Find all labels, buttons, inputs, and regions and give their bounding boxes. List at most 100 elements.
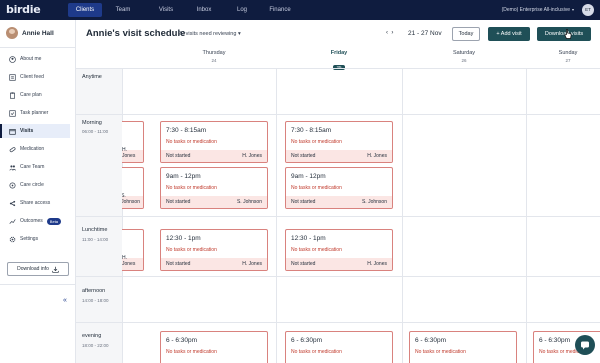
nav-tab-finance[interactable]: Finance: [265, 3, 295, 17]
nav-tab-visits[interactable]: Visits: [153, 3, 179, 17]
visit-status: Not started: [166, 153, 191, 159]
slot-name: Lunchtime: [82, 227, 108, 233]
sidebar-item-task-planner[interactable]: Task planner: [0, 106, 70, 120]
slot-time: 18:00 - 22:00: [82, 343, 109, 348]
sidebar-item-outcomes[interactable]: Outcomes Beta: [0, 214, 70, 228]
day-name: Sunday: [558, 50, 578, 56]
sidebar-item-visits[interactable]: Visits: [0, 124, 70, 138]
user-icon: [8, 55, 16, 63]
org-selector[interactable]: (Demo) Enterprise All-inclusive ▾: [502, 7, 574, 13]
collapse-sidebar-icon[interactable]: «: [63, 297, 67, 304]
visit-tasks: No tasks or medication: [415, 349, 466, 355]
visit-card[interactable]: 6 - 6:30pm No tasks or medication: [285, 331, 393, 363]
divider: [0, 47, 75, 48]
visit-card[interactable]: H. Jones: [122, 229, 144, 271]
visit-time: 6 - 6:30pm: [415, 337, 447, 344]
chevron-down-icon: ▾: [571, 7, 574, 12]
nav-tab-clients[interactable]: Clients: [68, 3, 102, 17]
hand-cursor-icon: [564, 29, 572, 39]
week-navigation: ‹ ›: [386, 30, 393, 36]
visit-staff: H. Jones: [122, 255, 136, 267]
visit-time: 6 - 6:30pm: [166, 337, 198, 344]
sidebar-item-care-plan[interactable]: Care plan: [0, 88, 70, 102]
visit-time: 12:30 - 1pm: [291, 235, 326, 242]
visit-card[interactable]: S. Johnson: [122, 167, 144, 209]
add-visit-button[interactable]: + Add visit: [488, 27, 530, 41]
sidebar-item-about-me[interactable]: About me: [0, 52, 70, 66]
today-button[interactable]: Today: [452, 27, 480, 41]
sidebar-item-client-feed[interactable]: Client feed: [0, 70, 70, 84]
visit-card[interactable]: 6 - 6:30pm No tasks or medication: [160, 331, 268, 363]
download-info-button[interactable]: Download info: [7, 262, 69, 276]
visit-tasks: No tasks or medication: [291, 247, 342, 253]
grid-line: [76, 216, 600, 217]
slot-name: Morning: [82, 120, 102, 126]
chat-support-button[interactable]: [575, 335, 595, 355]
visit-time: 7:30 - 8:15am: [291, 127, 332, 134]
visit-card[interactable]: 7:30 - 8:15am No tasks or medication Not…: [285, 121, 393, 163]
visit-staff: H. Jones: [367, 153, 387, 159]
sidebar-item-label: About me: [20, 56, 42, 62]
sidebar-item-care-circle[interactable]: Care circle: [0, 178, 70, 192]
visit-time: 6 - 6:30pm: [291, 337, 323, 344]
sidebar-item-label: Medication: [20, 146, 45, 152]
logo-text: birdie: [6, 3, 41, 16]
sidebar-item-medication[interactable]: Medication: [0, 142, 70, 156]
sidebar-item-label: Care plan: [20, 92, 42, 98]
visit-card[interactable]: 6 - 6:30pm No tasks or medication: [409, 331, 517, 363]
previous-week-icon[interactable]: ‹: [386, 30, 388, 36]
clipboard-icon: [8, 91, 16, 99]
slot-name: Anytime: [82, 74, 102, 80]
visit-card[interactable]: 9am - 12pm No tasks or medication Not st…: [285, 167, 393, 209]
visit-card[interactable]: 12:30 - 1pm No tasks or medication Not s…: [160, 229, 268, 271]
visit-card[interactable]: H. Jones: [122, 121, 144, 163]
day-number: 26: [461, 58, 467, 63]
review-filter[interactable]: 22 visits need reviewing ▾: [178, 31, 241, 37]
pill-icon: [8, 145, 16, 153]
visit-tasks: No tasks or medication: [166, 247, 217, 253]
grid-line: [76, 276, 600, 277]
day-number: 24: [211, 58, 217, 63]
visit-card[interactable]: 7:30 - 8:15am No tasks or medication Not…: [160, 121, 268, 163]
org-selector-label: (Demo) Enterprise All-inclusive: [501, 7, 570, 13]
visit-time: 9am - 12pm: [166, 173, 201, 180]
visit-tasks: No tasks or medication: [166, 185, 217, 191]
chat-bubble-icon: [581, 341, 589, 350]
visit-time: 12:30 - 1pm: [166, 235, 201, 242]
day-name: Friday: [330, 50, 348, 56]
task-icon: [8, 109, 16, 117]
grid-line: [76, 114, 600, 115]
beta-badge: Beta: [46, 217, 62, 225]
nav-tab-inbox[interactable]: Inbox: [191, 3, 217, 17]
visit-tasks: No tasks or medication: [166, 139, 217, 145]
nav-tab-log[interactable]: Log: [231, 3, 253, 17]
slot-name: afternoon: [82, 288, 106, 294]
sidebar-item-label: Care Team: [20, 164, 45, 170]
circle-icon: [8, 181, 16, 189]
visit-status: Not started: [291, 153, 316, 159]
visit-staff: S. Johnson: [361, 199, 387, 205]
sidebar-item-label: Settings: [20, 236, 39, 242]
sidebar-item-label: Visits: [20, 128, 34, 134]
date-range: 21 - 27 Nov: [408, 30, 442, 37]
sidebar-item-care-team[interactable]: Care Team: [0, 160, 70, 174]
sidebar-item-label: Client feed: [20, 74, 44, 80]
sidebar-item-share-access[interactable]: Share access: [0, 196, 70, 210]
outcomes-icon: [8, 217, 16, 225]
visit-status: Not started: [166, 199, 191, 205]
share-icon: [8, 199, 16, 207]
day-header: Saturday 26: [414, 46, 514, 68]
nav-tab-team[interactable]: Team: [110, 3, 136, 17]
next-week-icon[interactable]: ›: [391, 30, 393, 36]
user-avatar[interactable]: ET: [582, 4, 594, 16]
client-sidebar: Annie Hall About me Client feed Care pla…: [0, 20, 76, 363]
download-icon: [52, 266, 59, 273]
visit-staff: S. Johnson: [236, 199, 262, 205]
birdie-logo[interactable]: birdie: [6, 3, 41, 16]
sidebar-item-settings[interactable]: Settings: [0, 232, 70, 246]
divider: [0, 284, 75, 285]
visit-card[interactable]: 9am - 12pm No tasks or medication Not st…: [160, 167, 268, 209]
day-name: Thursday: [202, 50, 226, 56]
visit-card[interactable]: 12:30 - 1pm No tasks or medication Not s…: [285, 229, 393, 271]
visit-status: Not started: [291, 199, 316, 205]
